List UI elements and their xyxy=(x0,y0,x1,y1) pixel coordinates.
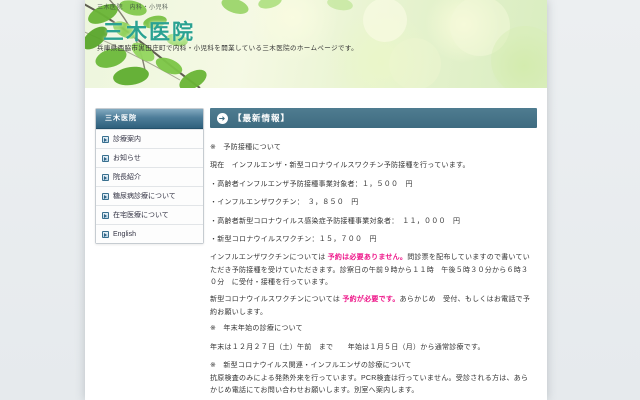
square-arrow-bullet-icon xyxy=(102,230,109,238)
main-content: ➜ 【最新情報】 ※ 予防接種について 現在 インフルエンザ・新型コロナウイルス… xyxy=(210,108,540,398)
covid-flu-care-heading: ※ 新型コロナウイルス関連・インフルエンザの診療について xyxy=(210,362,412,370)
square-arrow-bullet-icon xyxy=(102,154,109,162)
yearend-schedule: 年末は１２月２７日（土）午前 まで 年始は１月５日（月）から通常診療です。 xyxy=(210,343,485,351)
flu-reservation-paragraph: インフルエンザワクチンについては 予約は必要ありません。問診票を配布していますの… xyxy=(210,254,531,287)
sidebar-item-zaitaku-iryo[interactable]: 在宅医療について xyxy=(96,205,203,224)
reservation-required-emphasis: 予約が必要です。 xyxy=(342,296,400,304)
square-arrow-bullet-icon xyxy=(102,173,109,181)
circle-arrow-icon: ➜ xyxy=(217,112,228,124)
site-column: 三木医院 内科・小児科 三木医院 兵庫県西脇市黒田庄町で内科・小児科を開業してい… xyxy=(85,0,547,400)
header-top-text: 三木医院 内科・小児科 xyxy=(97,5,169,11)
site-subtitle: 兵庫県西脇市黒田庄町で内科・小児科を開業している三木医院のホームページです。 xyxy=(97,45,359,52)
square-arrow-bullet-icon xyxy=(102,135,109,143)
sidebar-item-shinryo-annai[interactable]: 診療案内 xyxy=(96,129,203,148)
covid-flu-care-detail: 抗原検査のみによる発熱外来を行っています。PCR検査は行っていません。受診される… xyxy=(210,374,529,395)
vaccination-intro: 現在 インフルエンザ・新型コロナウイルスワクチン予防接種を行っています。 xyxy=(210,162,470,170)
covid-reservation-paragraph: 新型コロナウイルスワクチンについては 予約が必要です。あらかじめ 受付、もしくは… xyxy=(210,296,531,316)
price-flu-vaccine: ・インフルエンザワクチン： ３，８５０ 円 xyxy=(210,199,359,207)
sidebar-nav: 三木医院 診療案内 お知らせ 院長紹介 糖尿病診療について 在宅医療について E… xyxy=(95,108,204,244)
price-covid-senior: ・高齢者新型コロナウイルス感染症予防接種事業対象者： １１，０００ 円 xyxy=(210,217,461,225)
sidebar-item-label: English xyxy=(113,230,136,238)
vaccination-heading: ※ 予防接種について xyxy=(210,144,282,151)
sidebar-item-incho-shokai[interactable]: 院長紹介 xyxy=(96,167,203,186)
header-banner: 三木医院 内科・小児科 三木医院 兵庫県西脇市黒田庄町で内科・小児科を開業してい… xyxy=(85,0,547,88)
latest-info-header-label: 【最新情報】 xyxy=(233,113,291,123)
sidebar-item-label: 診療案内 xyxy=(113,136,141,143)
sidebar-item-oshirase[interactable]: お知らせ xyxy=(96,148,203,167)
square-arrow-bullet-icon xyxy=(102,192,109,200)
sidebar-item-label: 院長紹介 xyxy=(113,174,141,181)
yearend-heading: ※ 年末年始の診療について xyxy=(210,325,303,333)
news-text-body: ※ 予防接種について 現在 インフルエンザ・新型コロナウイルスワクチン予防接種を… xyxy=(210,128,532,398)
sidebar-item-english[interactable]: English xyxy=(96,224,203,243)
latest-info-header: ➜ 【最新情報】 xyxy=(210,108,537,128)
sidebar-item-label: 在宅医療について xyxy=(113,212,169,219)
price-flu-senior: ・高齢者インフルエンザ予防接種事業対象者：１，５００ 円 xyxy=(210,180,413,188)
sidebar-title: 三木医院 xyxy=(96,109,203,129)
sidebar-item-label: お知らせ xyxy=(113,155,141,162)
price-covid-vaccine: ・新型コロナウイルスワクチン：１５，７００ 円 xyxy=(210,236,377,244)
no-reservation-needed-emphasis: 予約は必要ありません。 xyxy=(327,254,408,262)
sidebar-item-label: 糖尿病診療について xyxy=(113,193,176,200)
square-arrow-bullet-icon xyxy=(102,211,109,219)
sidebar-item-tonyobyo[interactable]: 糖尿病診療について xyxy=(96,186,203,205)
